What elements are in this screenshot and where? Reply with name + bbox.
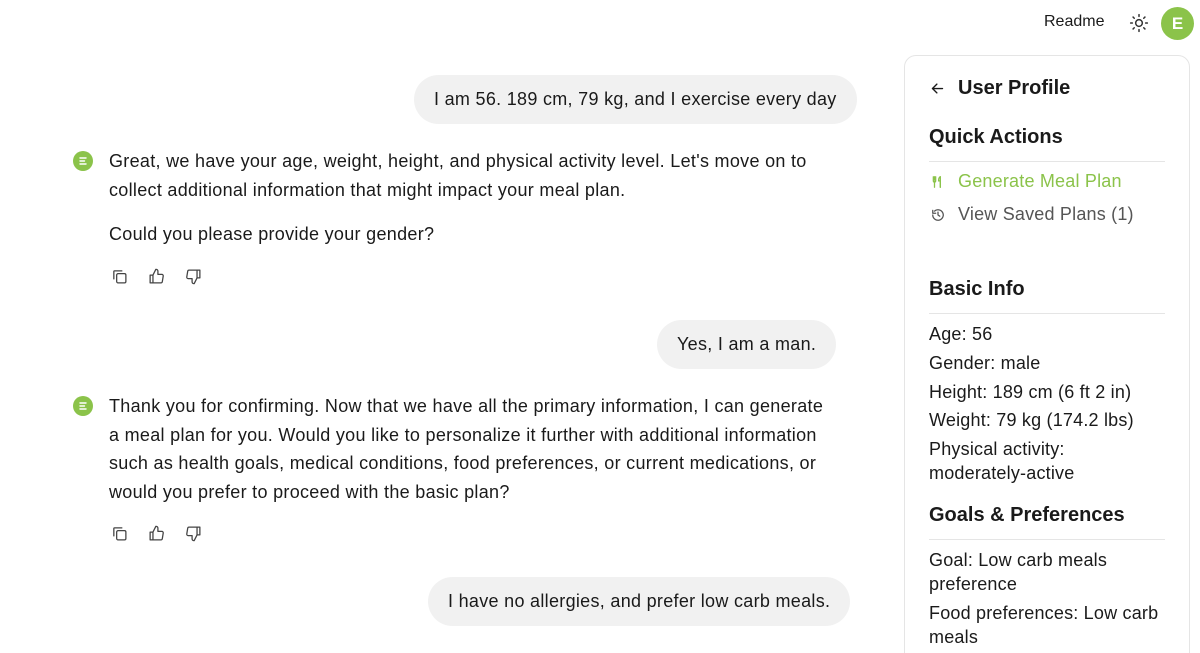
goal-value: Goal: Low carb meals preference <box>929 550 1108 594</box>
theme-toggle-button[interactable] <box>1127 11 1151 35</box>
weight-value: Weight: 79 kg (174.2 lbs) <box>929 410 1134 430</box>
food-preferences-value: Food preferences: Low carb meals <box>929 603 1159 647</box>
assistant-message-paragraph: Great, we have your age, weight, height,… <box>109 151 807 200</box>
quick-actions-heading: Quick Actions <box>929 126 1063 148</box>
assistant-message-paragraph: Could you please provide your gender? <box>109 224 435 245</box>
back-button[interactable] <box>929 81 945 97</box>
copy-button[interactable] <box>110 524 128 542</box>
thumbs-down-icon <box>185 268 201 284</box>
thumbs-up-button[interactable] <box>147 524 165 542</box>
thumbs-up-icon <box>148 525 164 541</box>
utensils-icon <box>932 175 941 188</box>
assistant-message: Great, we have your age, weight, height,… <box>109 147 829 249</box>
history-icon <box>932 208 944 221</box>
divider <box>929 539 1165 540</box>
thumbs-down-button[interactable] <box>184 524 202 542</box>
bot-avatar-icon <box>73 151 93 171</box>
assistant-message-paragraph: Thank you for confirming. Now that we ha… <box>109 396 824 503</box>
panel-header: User Profile <box>929 77 1070 100</box>
activity-value: Physical activity: moderately-active <box>929 439 1075 483</box>
divider <box>929 161 1165 162</box>
user-message: Yes, I am a man. <box>657 320 837 369</box>
goals-preferences-heading: Goals & Preferences <box>929 504 1125 526</box>
thumbs-down-button[interactable] <box>184 267 202 285</box>
user-message: I have no allergies, and prefer low carb… <box>428 577 851 626</box>
bot-avatar-icon <box>73 396 93 416</box>
arrow-left-icon <box>931 83 943 94</box>
assistant-message: Thank you for confirming. Now that we ha… <box>109 392 829 507</box>
message-actions <box>110 524 202 542</box>
divider <box>929 313 1165 314</box>
panel-title: User Profile <box>958 77 1071 99</box>
generate-meal-plan-label: Generate Meal Plan <box>958 171 1122 191</box>
copy-button[interactable] <box>110 267 128 285</box>
thumbs-up-button[interactable] <box>147 267 165 285</box>
basic-info-heading: Basic Info <box>929 278 1025 300</box>
generate-meal-plan-button[interactable]: Generate Meal Plan <box>931 171 1122 192</box>
view-saved-plans-label: View Saved Plans (1) <box>958 204 1134 224</box>
copy-icon <box>112 526 127 541</box>
view-saved-plans-button[interactable]: View Saved Plans (1) <box>931 204 1134 225</box>
age-value: Age: 56 <box>929 324 993 344</box>
user-message: I am 56. 189 cm, 79 kg, and I exercise e… <box>414 75 857 124</box>
readme-link[interactable]: Readme <box>1044 13 1104 31</box>
avatar[interactable]: E <box>1161 7 1194 40</box>
message-actions <box>110 267 202 285</box>
thumbs-down-icon <box>185 525 201 541</box>
sun-icon <box>1129 13 1149 33</box>
gender-value: Gender: male <box>929 353 1041 373</box>
copy-icon <box>112 269 127 284</box>
thumbs-up-icon <box>148 268 164 284</box>
height-value: Height: 189 cm (6 ft 2 in) <box>929 382 1132 402</box>
